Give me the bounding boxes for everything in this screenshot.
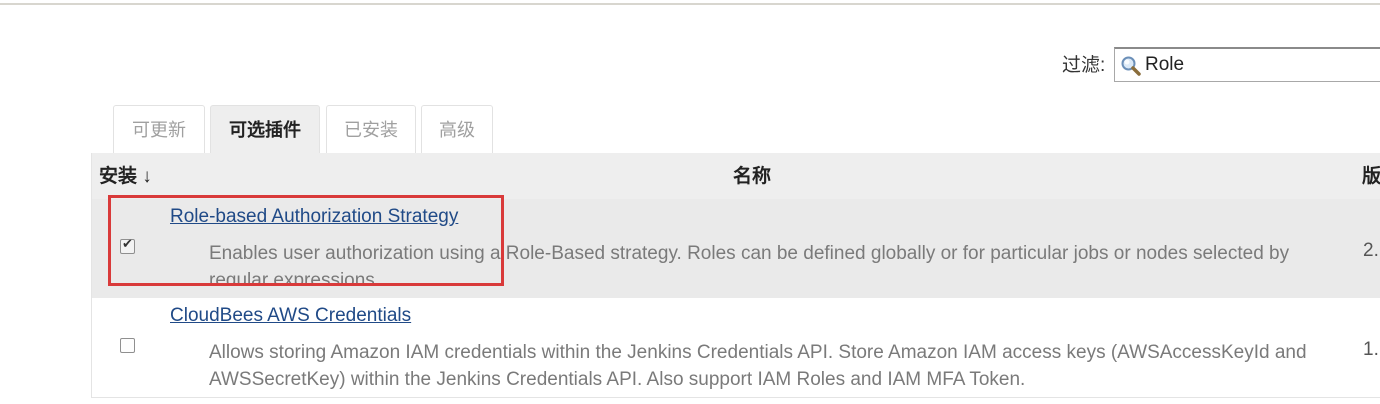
tab-advanced[interactable]: 高级 (421, 105, 493, 153)
table-row: CloudBees AWS Credentials Allows storing… (92, 298, 1380, 397)
filter-label: 过滤: (1062, 55, 1106, 76)
install-checkbox[interactable]: ✔ (120, 237, 135, 254)
plugin-table: 安装 ↓ 名称 版 ✔ Role-based Authorization Str… (91, 153, 1380, 398)
filter-input[interactable] (1145, 51, 1380, 79)
tab-updates[interactable]: 可更新 (113, 105, 205, 153)
magnifier-icon (1120, 55, 1142, 77)
tab-installed[interactable]: 已安装 (326, 105, 416, 153)
plugin-name-link[interactable]: CloudBees AWS Credentials (170, 305, 411, 327)
top-divider (0, 3, 1380, 5)
install-column-header[interactable]: 安装 ↓ (99, 153, 152, 199)
plugin-version: 2. (1363, 240, 1379, 261)
plugin-version: 1. (1363, 339, 1379, 360)
name-column-header[interactable]: 名称 (733, 153, 771, 199)
plugin-manager-page: 过滤: 可更新 可选插件 已安装 高级 安装 ↓ 名称 版 ✔ Role-bas… (0, 0, 1380, 404)
plugin-description: Allows storing Amazon IAM credentials wi… (209, 342, 1307, 390)
tab-available[interactable]: 可选插件 (210, 105, 320, 154)
install-checkbox[interactable] (120, 338, 135, 353)
table-row: ✔ Role-based Authorization Strategy Enab… (92, 199, 1380, 298)
plugin-name-link[interactable]: Role-based Authorization Strategy (170, 206, 458, 228)
checkmark-icon: ✔ (122, 237, 133, 252)
table-header: 安装 ↓ 名称 版 (92, 153, 1380, 199)
filter-field[interactable] (1114, 47, 1380, 82)
version-column-header[interactable]: 版 (1362, 153, 1380, 199)
plugin-description: Enables user authorization using a Role-… (209, 243, 1290, 286)
